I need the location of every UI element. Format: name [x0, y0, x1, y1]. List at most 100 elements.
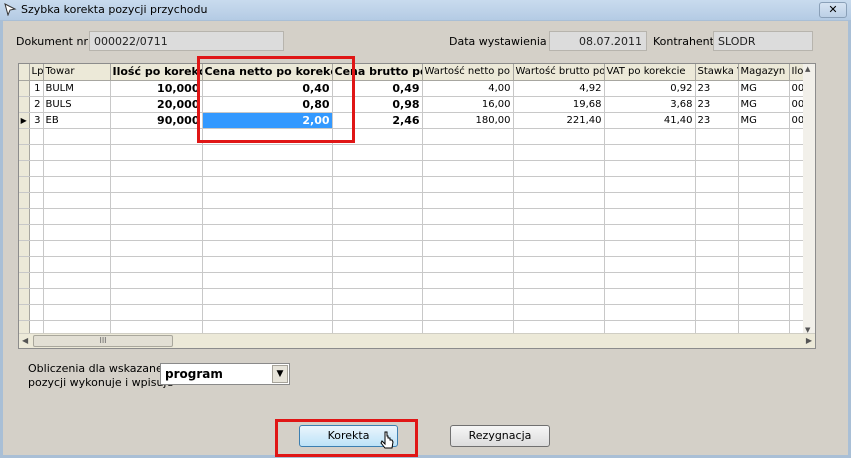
- cell-vat[interactable]: 3,68: [604, 96, 696, 113]
- empty-cell: [19, 256, 30, 273]
- cell-magazyn[interactable]: MG: [738, 112, 790, 129]
- cell-ilosc[interactable]: 90,000: [110, 112, 203, 129]
- cell-wartosc-netto[interactable]: 4,00: [422, 80, 514, 97]
- empty-cell: [332, 224, 423, 241]
- empty-cell: [513, 144, 605, 161]
- cell-magazyn[interactable]: MG: [738, 80, 790, 97]
- horizontal-scrollbar[interactable]: ◀ III ▶: [19, 333, 815, 348]
- empty-cell: [422, 144, 514, 161]
- empty-cell: [422, 160, 514, 177]
- empty-cell: [604, 304, 696, 321]
- cell-lp[interactable]: 1: [29, 80, 44, 97]
- table-row[interactable]: 1 BULM 10,000 0,40 0,49 4,00 4,92 0,92 23 MG 000: [19, 80, 815, 97]
- empty-cell: [202, 304, 333, 321]
- table-row[interactable]: ▶ 3 EB 90,000 2,00 2,46 180,00 221,40 41,40 23 MG 0…: [19, 112, 815, 129]
- cell-vat[interactable]: 41,40: [604, 112, 696, 129]
- empty-cell: [513, 128, 605, 145]
- mouse-cursor-icon: [380, 431, 394, 449]
- empty-cell: [513, 160, 605, 177]
- empty-cell: [422, 288, 514, 305]
- empty-cell: [202, 144, 333, 161]
- empty-cell: [422, 304, 514, 321]
- scroll-thumb[interactable]: III: [33, 335, 173, 347]
- empty-cell: [43, 272, 111, 289]
- cell-stawka[interactable]: 23: [695, 80, 739, 97]
- empty-cell: [604, 176, 696, 193]
- empty-cell: [695, 160, 739, 177]
- table-row[interactable]: 2 BULS 20,000 0,80 0,98 16,00 19,68 3,68 23 MG 000: [19, 96, 815, 113]
- empty-cell: [19, 128, 30, 145]
- empty-cell: [513, 208, 605, 225]
- empty-cell: [29, 256, 44, 273]
- vertical-scrollbar[interactable]: ▲ ▼: [803, 64, 815, 335]
- empty-cell: [513, 304, 605, 321]
- empty-cell: [422, 240, 514, 257]
- empty-cell: [332, 144, 423, 161]
- empty-cell: [422, 256, 514, 273]
- row-indicator[interactable]: ▶: [19, 112, 30, 129]
- empty-cell: [29, 192, 44, 209]
- cell-vat[interactable]: 0,92: [604, 80, 696, 97]
- empty-cell: [332, 176, 423, 193]
- chevron-down-icon[interactable]: ▼: [272, 365, 288, 383]
- empty-cell: [110, 272, 203, 289]
- row-indicator[interactable]: [19, 80, 30, 97]
- cell-towar[interactable]: BULS: [43, 96, 111, 113]
- empty-cell: [695, 272, 739, 289]
- cell-lp[interactable]: 2: [29, 96, 44, 113]
- empty-cell: [43, 224, 111, 241]
- empty-cell: [43, 208, 111, 225]
- col-header-towar[interactable]: Towar: [43, 64, 111, 81]
- empty-cell: [422, 272, 514, 289]
- cell-wartosc-netto[interactable]: 180,00: [422, 112, 514, 129]
- empty-cell: [738, 192, 790, 209]
- cell-ilosc[interactable]: 10,000: [110, 80, 203, 97]
- close-icon: ✕: [828, 3, 838, 16]
- cell-ilosc[interactable]: 20,000: [110, 96, 203, 113]
- empty-cell: [29, 224, 44, 241]
- empty-cell: [110, 192, 203, 209]
- cell-towar[interactable]: EB: [43, 112, 111, 129]
- scroll-right-icon[interactable]: ▶: [806, 336, 812, 345]
- scroll-up-icon[interactable]: ▲: [805, 65, 810, 73]
- col-header-stawka[interactable]: Stawka VAT: [695, 64, 739, 81]
- empty-cell: [513, 288, 605, 305]
- empty-cell: [202, 160, 333, 177]
- cell-magazyn[interactable]: MG: [738, 96, 790, 113]
- cell-stawka[interactable]: 23: [695, 96, 739, 113]
- empty-cell: [29, 304, 44, 321]
- dialog-body: Dokument nr 000022/0711 Data wystawienia…: [3, 21, 848, 455]
- empty-cell: [738, 160, 790, 177]
- col-header-vat[interactable]: VAT po korekcie: [604, 64, 696, 81]
- current-row-icon: ▶: [20, 115, 27, 125]
- col-header-wartosc-netto[interactable]: Wartość netto po korekcie: [422, 64, 514, 81]
- empty-cell: [43, 192, 111, 209]
- empty-cell: [695, 176, 739, 193]
- empty-cell: [110, 304, 203, 321]
- calc-mode-select[interactable]: program ▼: [160, 363, 290, 385]
- scroll-left-icon[interactable]: ◀: [22, 336, 28, 345]
- cell-lp[interactable]: 3: [29, 112, 44, 129]
- row-indicator-header: [19, 64, 30, 81]
- col-header-magazyn[interactable]: Magazyn: [738, 64, 790, 81]
- col-header-wartosc-brutto[interactable]: Wartość brutto po korekcie: [513, 64, 605, 81]
- cell-wartosc-brutto[interactable]: 19,68: [513, 96, 605, 113]
- cell-wartosc-netto[interactable]: 16,00: [422, 96, 514, 113]
- empty-cell: [43, 160, 111, 177]
- empty-cell: [332, 288, 423, 305]
- col-header-lp[interactable]: Lp.: [29, 64, 44, 81]
- cell-wartosc-brutto[interactable]: 221,40: [513, 112, 605, 129]
- col-header-ilosc[interactable]: Ilość po korekcie: [110, 64, 203, 81]
- empty-cell: [695, 304, 739, 321]
- cell-towar[interactable]: BULM: [43, 80, 111, 97]
- cell-stawka[interactable]: 23: [695, 112, 739, 129]
- positions-grid[interactable]: Lp. Towar Ilość po korekcie Cena netto p…: [18, 63, 816, 349]
- calc-label: Obliczenia dla wskazanej pozycji wykonuj…: [28, 362, 173, 390]
- cell-wartosc-brutto[interactable]: 4,92: [513, 80, 605, 97]
- row-indicator[interactable]: [19, 96, 30, 113]
- empty-cell: [695, 144, 739, 161]
- empty-cell: [29, 288, 44, 305]
- empty-cell: [738, 240, 790, 257]
- close-button[interactable]: ✕: [819, 2, 847, 18]
- cancel-button[interactable]: Rezygnacja: [450, 425, 550, 447]
